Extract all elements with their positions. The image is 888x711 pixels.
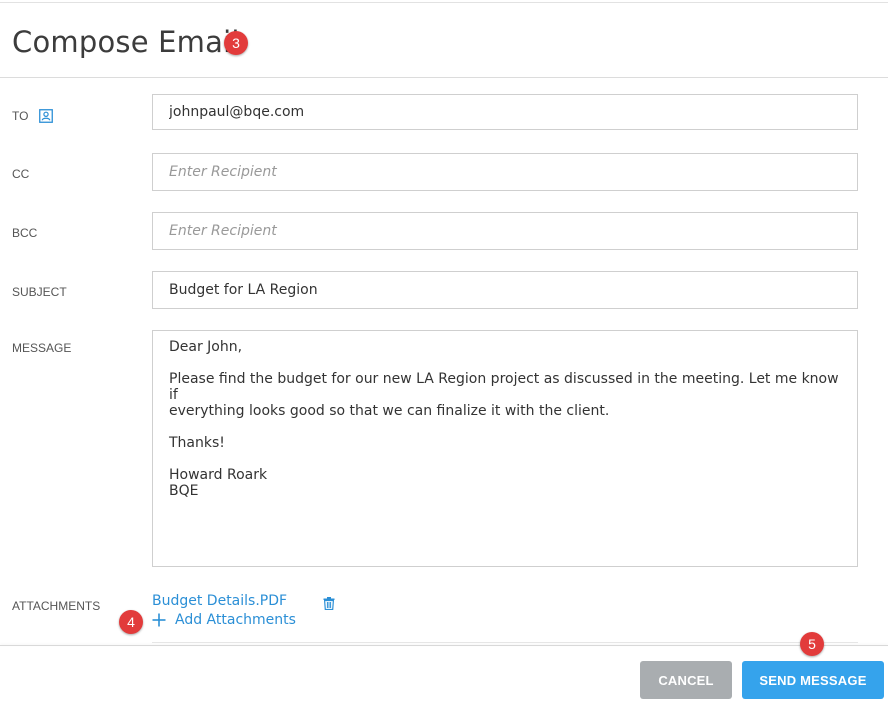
message-textarea[interactable]: Dear John, Please find the budget for ou… (152, 330, 858, 567)
to-label: TO (12, 109, 29, 123)
add-attachments-label: Add Attachments (175, 612, 296, 628)
step-badge-attachments: 4 (119, 610, 143, 634)
scroll-hint-divider (152, 642, 858, 643)
message-label: MESSAGE (12, 341, 72, 355)
attachments-label: ATTACHMENTS (12, 599, 101, 613)
step-badge-send: 5 (800, 632, 824, 656)
subject-input[interactable] (152, 271, 858, 309)
add-attachments-button[interactable]: Add Attachments (152, 612, 296, 628)
step-badge-title: 3 (224, 31, 248, 55)
header-divider (0, 77, 888, 78)
attachment-file-link[interactable]: Budget Details.PDF (152, 593, 287, 609)
page-title: Compose Email (12, 25, 240, 59)
cc-input[interactable] (152, 153, 858, 191)
send-message-button[interactable]: SEND MESSAGE (742, 661, 884, 699)
plus-icon (152, 613, 166, 627)
trash-icon[interactable] (323, 597, 335, 610)
contact-book-icon[interactable] (39, 109, 53, 123)
bcc-input[interactable] (152, 212, 858, 250)
to-input[interactable] (152, 94, 858, 130)
subject-label: SUBJECT (12, 285, 67, 299)
bcc-label: BCC (12, 226, 38, 240)
cc-label: CC (12, 167, 30, 181)
footer-divider (0, 645, 888, 646)
top-divider (0, 2, 888, 3)
cancel-button[interactable]: CANCEL (640, 661, 732, 699)
